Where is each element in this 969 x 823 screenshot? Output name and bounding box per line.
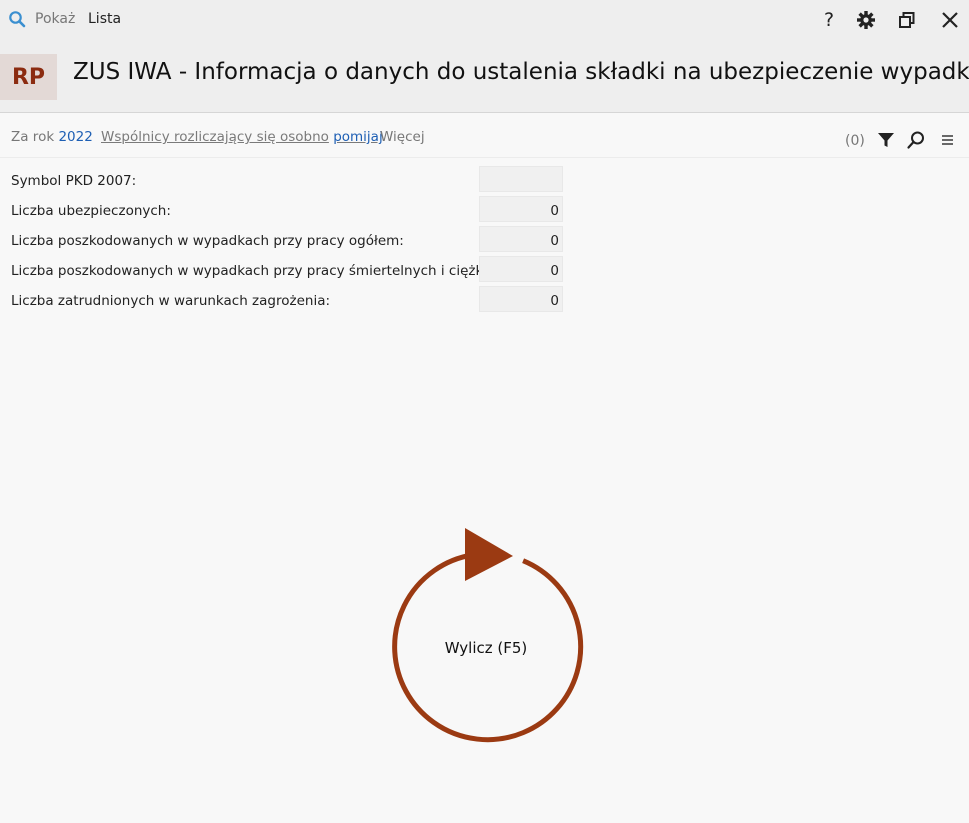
calculate-label: Wylicz (F5) <box>444 639 528 657</box>
calculate-button[interactable]: Wylicz (F5) <box>384 528 588 748</box>
top-bar: Pokaż Lista ? <box>0 0 969 40</box>
more-filters-link[interactable]: Więcej <box>380 129 425 145</box>
form-row-injured-fatal: Liczba poszkodowanych w wypadkach przy p… <box>11 256 571 284</box>
search-icon[interactable] <box>8 10 26 28</box>
restore-window-icon[interactable] <box>896 9 918 31</box>
show-label[interactable]: Pokaż <box>35 11 75 27</box>
help-icon[interactable]: ? <box>818 9 840 31</box>
form-row-insured: Liczba ubezpieczonych: 0 <box>11 196 571 224</box>
form-row-hazard: Liczba zatrudnionych w warunkach zagroże… <box>11 286 571 314</box>
injured-total-field: 0 <box>479 226 563 252</box>
insured-count-field: 0 <box>479 196 563 222</box>
filter-icon[interactable] <box>876 130 896 150</box>
hazard-employees-label: Liczba zatrudnionych w warunkach zagroże… <box>11 293 331 309</box>
pkd-label: Symbol PKD 2007: <box>11 173 137 189</box>
injured-total-label: Liczba poszkodowanych w wypadkach przy p… <box>11 233 404 249</box>
year-filter[interactable]: Za rok 2022 <box>11 129 93 145</box>
page-header: RP ZUS IWA - Informacja o danych do usta… <box>0 40 969 113</box>
close-icon[interactable] <box>939 9 961 31</box>
list-view-label[interactable]: Lista <box>88 11 121 27</box>
injured-fatal-field: 0 <box>479 256 563 282</box>
filter-count: (0) <box>845 133 865 149</box>
form-row-injured-total: Liczba poszkodowanych w wypadkach przy p… <box>11 226 571 254</box>
partners-filter-label[interactable]: Wspólnicy rozliczający się osobno <box>101 129 329 145</box>
refresh-circle-icon <box>392 528 584 743</box>
settings-gear-icon[interactable] <box>855 9 877 31</box>
page-title: ZUS IWA - Informacja o danych do ustalen… <box>73 59 969 85</box>
search-icon[interactable] <box>906 130 926 150</box>
form-row-pkd: Symbol PKD 2007: <box>11 166 571 194</box>
partners-filter[interactable]: Wspólnicy rozliczający się osobno pomija… <box>101 129 383 145</box>
year-filter-label: Za rok <box>11 129 55 145</box>
hazard-employees-field: 0 <box>479 286 563 312</box>
filter-bar: Za rok 2022 Wspólnicy rozliczający się o… <box>0 113 969 158</box>
year-filter-value[interactable]: 2022 <box>58 129 92 145</box>
partners-filter-value[interactable]: pomijaj <box>333 129 383 145</box>
module-badge: RP <box>0 54 57 100</box>
insured-count-label: Liczba ubezpieczonych: <box>11 203 171 219</box>
menu-icon[interactable] <box>938 130 958 150</box>
injured-fatal-label: Liczba poszkodowanych w wypadkach przy p… <box>11 263 508 279</box>
pkd-field <box>479 166 563 192</box>
